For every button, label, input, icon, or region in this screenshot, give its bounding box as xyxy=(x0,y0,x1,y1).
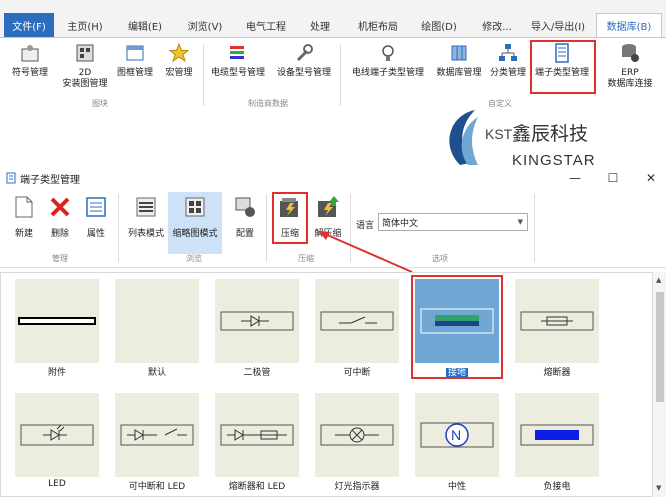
selection-highlight xyxy=(411,275,503,379)
terminal-card-diode[interactable] xyxy=(215,279,299,363)
terminal-card-disconnect[interactable] xyxy=(315,279,399,363)
terminal-card-fuse-led[interactable] xyxy=(215,393,299,477)
scroll-up-icon[interactable]: ▲ xyxy=(656,276,661,284)
terminal-card-neutral[interactable]: N xyxy=(415,393,499,477)
terminal-caption: 附件 xyxy=(47,368,66,378)
terminal-caption: 默认 xyxy=(147,368,166,378)
vertical-scrollbar[interactable]: ▲ ▼ xyxy=(652,272,666,497)
svg-text:N: N xyxy=(451,427,461,443)
scroll-down-icon[interactable]: ▼ xyxy=(656,484,661,492)
terminal-caption: 熔断器 xyxy=(543,368,571,378)
terminal-card-negative[interactable] xyxy=(515,393,599,477)
terminal-grid: 附件 默认 二极管 可中断 接地 熔断器 LED 可中断和 LED 熔断器和 L… xyxy=(0,272,654,497)
terminal-caption: 负接电 xyxy=(543,482,571,492)
terminal-card-disconnect-led[interactable] xyxy=(115,393,199,477)
terminal-caption: 熔断器和 LED xyxy=(228,482,286,492)
terminal-caption: LED xyxy=(48,479,66,489)
terminal-caption: 可中断 xyxy=(343,368,371,378)
terminal-card-indicator[interactable] xyxy=(315,393,399,477)
terminal-caption: 二极管 xyxy=(243,368,271,378)
terminal-caption: 灯光指示器 xyxy=(334,482,380,492)
scroll-thumb[interactable] xyxy=(656,292,664,402)
terminal-card-fuse[interactable] xyxy=(515,279,599,363)
terminal-caption: 中性 xyxy=(447,482,466,492)
app-window: 文件(F) 主页(H) 编辑(E) 浏览(V) 电气工程 处理 机柜布局 绘图(… xyxy=(0,0,666,497)
terminal-card-default[interactable] xyxy=(115,279,199,363)
terminal-card-led[interactable] xyxy=(15,393,99,477)
terminal-caption: 可中断和 LED xyxy=(128,482,186,492)
terminal-card-attachment[interactable] xyxy=(15,279,99,363)
